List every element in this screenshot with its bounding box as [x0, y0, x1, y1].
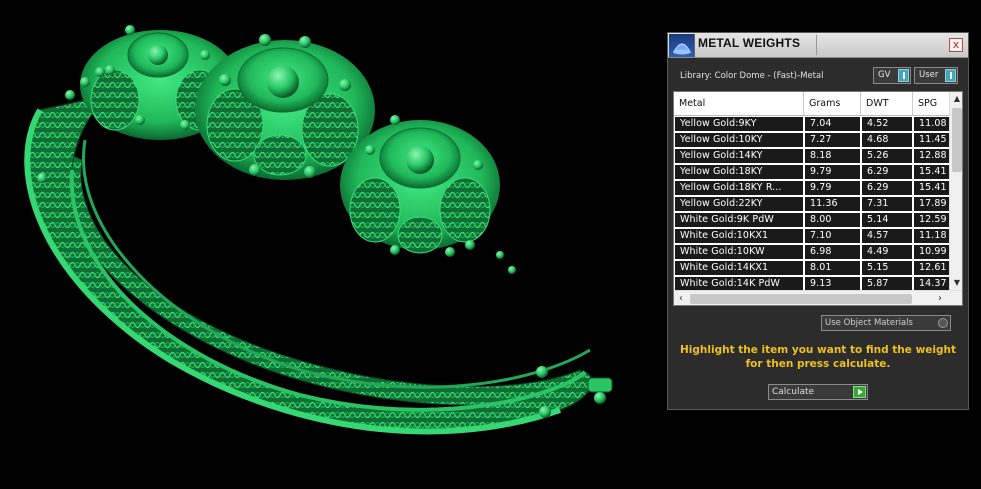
table-cell: 4.57 — [862, 229, 912, 243]
clasp-pin — [587, 377, 613, 393]
table-cell: White Gold:14K PdW — [675, 277, 803, 290]
table-cell: 7.04 — [805, 117, 860, 131]
table-cell: 12.61 — [914, 261, 949, 275]
instruction-text: Highlight the item you want to find the … — [678, 343, 958, 371]
clasp-ring-1 — [536, 366, 548, 378]
metal-table[interactable]: Metal Grams DWT SPG Yellow Gold:9KY 7.04 4… — [673, 91, 963, 306]
table-cell: 12.59 — [914, 213, 949, 227]
table-cell: 9.79 — [805, 165, 860, 179]
user-toggle[interactable]: User — [914, 67, 958, 84]
table-cell: 12.88 — [914, 149, 949, 163]
gv-toggle-label: GV — [878, 70, 891, 80]
close-icon[interactable]: x — [949, 38, 963, 52]
clasp-ring-2 — [539, 406, 551, 418]
calculate-label: Calculate — [772, 387, 815, 397]
table-row[interactable]: Yellow Gold:14KY 8.18 5.26 12.88 — [674, 148, 949, 164]
table-cell: 14.37 — [914, 277, 949, 290]
table-cell: 6.29 — [862, 165, 912, 179]
table-cell: 4.49 — [862, 245, 912, 259]
horizontal-scrollbar[interactable]: ‹ › — [674, 290, 962, 305]
scroll-up-icon[interactable]: ▲ — [950, 92, 962, 106]
panel-title: METAL WEIGHTS — [698, 36, 801, 50]
radio-icon — [938, 318, 948, 328]
col-metal[interactable]: Metal — [674, 92, 804, 116]
bracelet-model — [24, 25, 613, 435]
table-cell: White Gold:14KX1 — [675, 261, 803, 275]
table-row[interactable]: Yellow Gold:10KY 7.27 4.68 11.45 — [674, 132, 949, 148]
instruction-line-2: for then press calculate. — [745, 358, 891, 370]
vertical-scrollbar[interactable]: ▲ ▼ — [949, 92, 962, 290]
table-row[interactable]: White Gold:9K PdW 8.00 5.14 12.59 — [674, 212, 949, 228]
table-header: Metal Grams DWT SPG — [674, 92, 953, 116]
table-cell: 11.45 — [914, 133, 949, 147]
library-label: Library: Color Dome - (Fast)-Metal — [680, 71, 824, 81]
panel-titlebar[interactable]: METAL WEIGHTS x — [668, 33, 968, 58]
table-cell: 7.31 — [862, 197, 912, 211]
scroll-right-icon[interactable]: › — [933, 291, 947, 305]
table-cell: 6.98 — [805, 245, 860, 259]
table-cell: 7.27 — [805, 133, 860, 147]
titlebar-divider — [816, 35, 817, 55]
table-cell: 5.14 — [862, 213, 912, 227]
table-cell: Yellow Gold:14KY — [675, 149, 803, 163]
toggle-knob-icon — [945, 69, 956, 82]
table-cell: Yellow Gold:22KY — [675, 197, 803, 211]
gv-toggle[interactable]: GV — [873, 67, 911, 84]
toggle-knob-icon — [898, 69, 909, 82]
table-cell: 10.99 — [914, 245, 949, 259]
table-cell: 4.68 — [862, 133, 912, 147]
table-cell: Yellow Gold:9KY — [675, 117, 803, 131]
table-row[interactable]: Yellow Gold:22KY 11.36 7.31 17.89 — [674, 196, 949, 212]
table-cell: 17.89 — [914, 197, 949, 211]
table-row[interactable]: White Gold:14K PdW 9.13 5.87 14.37 — [674, 276, 949, 290]
table-cell: White Gold:9K PdW — [675, 213, 803, 227]
bangle-back-band — [56, 149, 591, 406]
table-row[interactable]: White Gold:14KX1 8.01 5.15 12.61 — [674, 260, 949, 276]
table-cell: 6.29 — [862, 181, 912, 195]
table-cell: White Gold:10KX1 — [675, 229, 803, 243]
table-row[interactable]: White Gold:10KW 6.98 4.49 10.99 — [674, 244, 949, 260]
table-cell: 9.79 — [805, 181, 860, 195]
table-cell: 4.52 — [862, 117, 912, 131]
col-spg[interactable]: SPG — [913, 92, 953, 116]
table-cell: 8.18 — [805, 149, 860, 163]
user-toggle-label: User — [919, 70, 939, 80]
use-object-materials-toggle[interactable]: Use Object Materials — [821, 315, 951, 331]
calculate-button[interactable]: Calculate — [768, 384, 868, 400]
vertical-scroll-thumb[interactable] — [952, 108, 962, 172]
table-row[interactable]: Yellow Gold:9KY 7.04 4.52 11.08 — [674, 116, 949, 132]
table-cell: 15.41 — [914, 181, 949, 195]
table-cell: White Gold:10KW — [675, 245, 803, 259]
table-cell: Yellow Gold:18KY — [675, 165, 803, 179]
table-cell: 7.10 — [805, 229, 860, 243]
col-dwt[interactable]: DWT — [861, 92, 913, 116]
table-row[interactable]: Yellow Gold:18KY 9.79 6.29 15.41 — [674, 164, 949, 180]
table-cell: 5.15 — [862, 261, 912, 275]
table-cell: Yellow Gold:18KY R... — [675, 181, 803, 195]
instruction-line-1: Highlight the item you want to find the … — [680, 344, 956, 356]
table-cell: 9.13 — [805, 277, 860, 290]
table-body: Yellow Gold:9KY 7.04 4.52 11.08 Yellow Gold:… — [674, 116, 949, 290]
table-cell: 11.08 — [914, 117, 949, 131]
metal-weights-panel: METAL WEIGHTS x Library: Color Dome - (F… — [667, 32, 969, 410]
table-row[interactable]: Yellow Gold:18KY R... 9.79 6.29 15.41 — [674, 180, 949, 196]
table-cell: 5.87 — [862, 277, 912, 290]
dome-icon — [669, 34, 695, 57]
col-grams[interactable]: Grams — [804, 92, 861, 116]
scroll-down-icon[interactable]: ▼ — [950, 276, 962, 290]
table-cell: 15.41 — [914, 165, 949, 179]
horizontal-scroll-thumb[interactable] — [690, 294, 912, 304]
table-cell: 11.36 — [805, 197, 860, 211]
table-cell: 8.01 — [805, 261, 860, 275]
scroll-left-icon[interactable]: ‹ — [674, 291, 688, 305]
table-row[interactable]: White Gold:10KX1 7.10 4.57 11.18 — [674, 228, 949, 244]
table-cell: 5.26 — [862, 149, 912, 163]
play-icon — [853, 386, 866, 398]
table-cell: Yellow Gold:10KY — [675, 133, 803, 147]
table-cell: 11.18 — [914, 229, 949, 243]
use-object-materials-label: Use Object Materials — [825, 318, 913, 328]
table-cell: 8.00 — [805, 213, 860, 227]
